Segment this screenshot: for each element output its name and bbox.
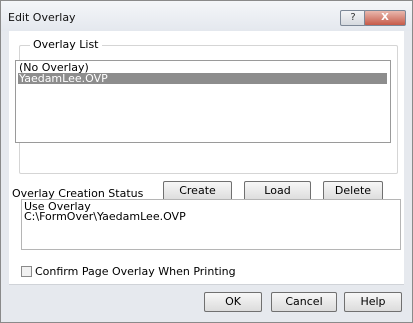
status-textbox[interactable]: Use Overlay C:\FormOver\YaedamLee.OVP bbox=[21, 199, 401, 250]
create-button[interactable]: Create bbox=[163, 181, 232, 201]
list-item-selected[interactable]: YaedamLee.OVP bbox=[18, 73, 387, 84]
status-line-2: C:\FormOver\YaedamLee.OVP bbox=[24, 210, 186, 223]
close-icon[interactable]: X bbox=[364, 10, 406, 26]
help-button[interactable]: Help bbox=[344, 292, 402, 312]
footer-divider bbox=[9, 284, 404, 285]
cancel-button[interactable]: Cancel bbox=[271, 292, 337, 312]
overlay-list-legend: Overlay List bbox=[30, 38, 102, 51]
window-title: Edit Overlay bbox=[8, 11, 76, 24]
confirm-overlay-label[interactable]: Confirm Page Overlay When Printing bbox=[35, 265, 236, 278]
title-bar: Edit Overlay ? X bbox=[1, 1, 412, 31]
confirm-overlay-checkbox[interactable] bbox=[21, 266, 32, 277]
overlay-listbox[interactable]: (No Overlay) YaedamLee.OVP bbox=[15, 60, 391, 143]
ok-button[interactable]: OK bbox=[204, 292, 262, 312]
load-button[interactable]: Load bbox=[244, 181, 311, 201]
delete-button[interactable]: Delete bbox=[323, 181, 383, 201]
edit-overlay-dialog: Edit Overlay ? X Overlay List Create Loa… bbox=[0, 0, 413, 323]
help-icon[interactable]: ? bbox=[340, 10, 366, 26]
